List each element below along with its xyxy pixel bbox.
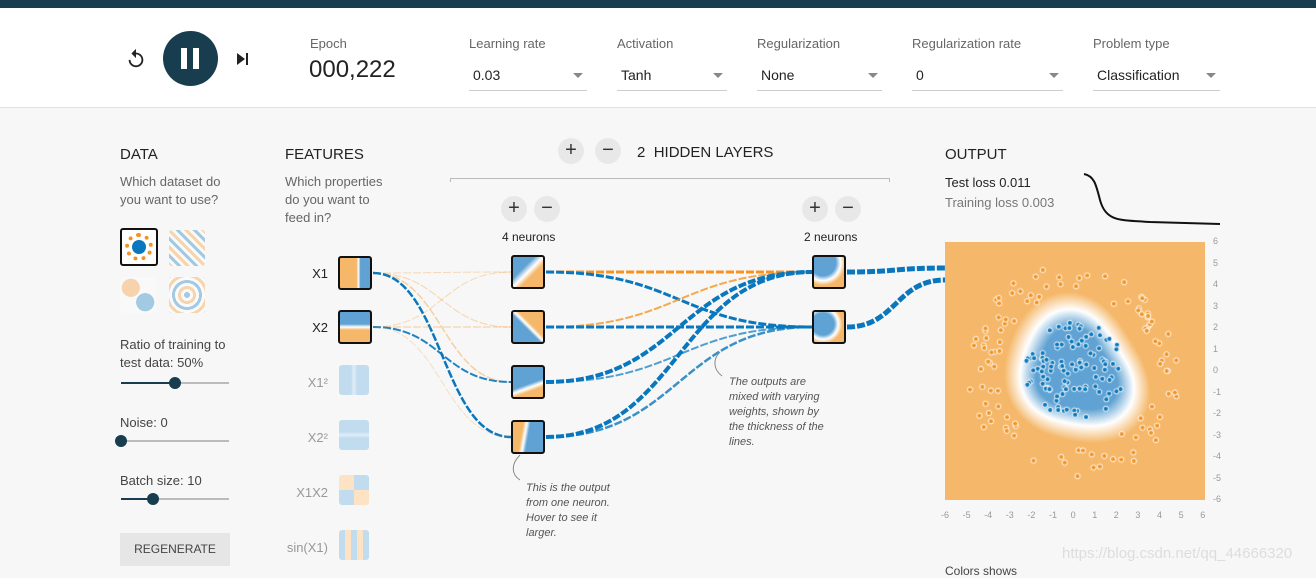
- y-tick: 1: [1213, 343, 1219, 354]
- hidden-layers-label: HIDDEN LAYERS: [653, 144, 774, 161]
- weight-link: [846, 277, 946, 330]
- y-tick: 6: [1213, 236, 1219, 246]
- train-loss-value: 0.003: [1021, 195, 1055, 210]
- remove-neuron-layer2[interactable]: −: [835, 196, 861, 222]
- feature-node[interactable]: [338, 310, 372, 344]
- feature-node[interactable]: [339, 530, 369, 560]
- x-tick: -1: [1049, 510, 1058, 520]
- layers-bracket: [450, 178, 890, 182]
- x-tick: -5: [962, 510, 971, 520]
- weight-link: [372, 271, 512, 274]
- feature-node[interactable]: [339, 365, 369, 395]
- remove-layer-button[interactable]: −: [595, 138, 621, 164]
- colors-label: Colors shows: [945, 564, 1018, 578]
- y-tick: -4: [1213, 451, 1222, 461]
- feature-label: X2²: [307, 430, 328, 445]
- note-arrow: [512, 454, 521, 481]
- layer2-neurons: 2 neurons: [804, 230, 858, 244]
- watermark: https://blog.csdn.net/qq_44666320: [1062, 545, 1293, 562]
- y-tick: -2: [1213, 408, 1222, 418]
- y-tick: -6: [1213, 494, 1222, 504]
- x-tick: -6: [941, 510, 950, 520]
- layer1-neurons: 4 neurons: [502, 230, 556, 244]
- x-tick: -3: [1005, 510, 1014, 520]
- x-tick: 1: [1092, 510, 1098, 520]
- feature-label: X2: [312, 320, 328, 335]
- x-tick: 0: [1070, 510, 1076, 520]
- output-heatmap[interactable]: [945, 242, 1205, 500]
- weight-link: [545, 271, 813, 328]
- y-tick: 2: [1213, 322, 1219, 332]
- loss-chart: [1083, 173, 1220, 225]
- feature-label: X1X2: [296, 485, 328, 500]
- weight-link: [372, 271, 512, 328]
- hidden-neuron[interactable]: [511, 255, 545, 289]
- feature-label: X1²: [307, 375, 328, 390]
- test-loss-value: 0.011: [999, 175, 1031, 190]
- y-tick: -1: [1213, 386, 1222, 397]
- weights-note: The outputs are mixed with varying weigh…: [729, 376, 824, 448]
- train-loss-label: Training loss: [945, 195, 1019, 210]
- feature-node[interactable]: [339, 420, 369, 450]
- hidden-neuron[interactable]: [812, 310, 846, 344]
- note-arrow: [714, 351, 723, 377]
- y-tick: -3: [1213, 429, 1222, 440]
- x-tick: 6: [1200, 510, 1206, 520]
- hidden-neuron[interactable]: [812, 255, 846, 289]
- weight-link: [372, 326, 512, 438]
- weight-link: [372, 326, 512, 383]
- x-tick: 3: [1135, 510, 1141, 520]
- hidden-neuron[interactable]: [511, 420, 545, 454]
- neuron-note: This is the output from one neuron. Hove…: [526, 482, 610, 539]
- x-tick: 5: [1178, 510, 1184, 520]
- test-loss-label: Test loss: [945, 175, 996, 190]
- add-neuron-layer2[interactable]: +: [802, 196, 828, 222]
- feature-label: X1: [312, 266, 328, 281]
- y-tick: -5: [1213, 472, 1222, 483]
- y-tick: 4: [1213, 279, 1219, 289]
- x-tick: -4: [984, 510, 993, 520]
- weight-link: [846, 265, 946, 275]
- add-layer-button[interactable]: +: [558, 138, 584, 164]
- hidden-neuron[interactable]: [511, 365, 545, 399]
- output-title: OUTPUT: [945, 146, 1007, 163]
- y-tick: 0: [1213, 365, 1219, 375]
- y-tick: 3: [1213, 300, 1219, 311]
- remove-neuron-layer1[interactable]: −: [534, 196, 560, 222]
- hidden-neuron[interactable]: [511, 310, 545, 344]
- y-tick: 5: [1213, 257, 1219, 268]
- x-tick: 2: [1113, 510, 1119, 520]
- x-tick: 4: [1157, 510, 1163, 520]
- add-neuron-layer1[interactable]: +: [501, 196, 527, 222]
- feature-label: sin(X1): [286, 540, 328, 555]
- hidden-layers-count: 2: [637, 144, 646, 161]
- x-tick: -2: [1027, 510, 1036, 520]
- feature-node[interactable]: [339, 475, 369, 505]
- feature-node[interactable]: [338, 256, 372, 290]
